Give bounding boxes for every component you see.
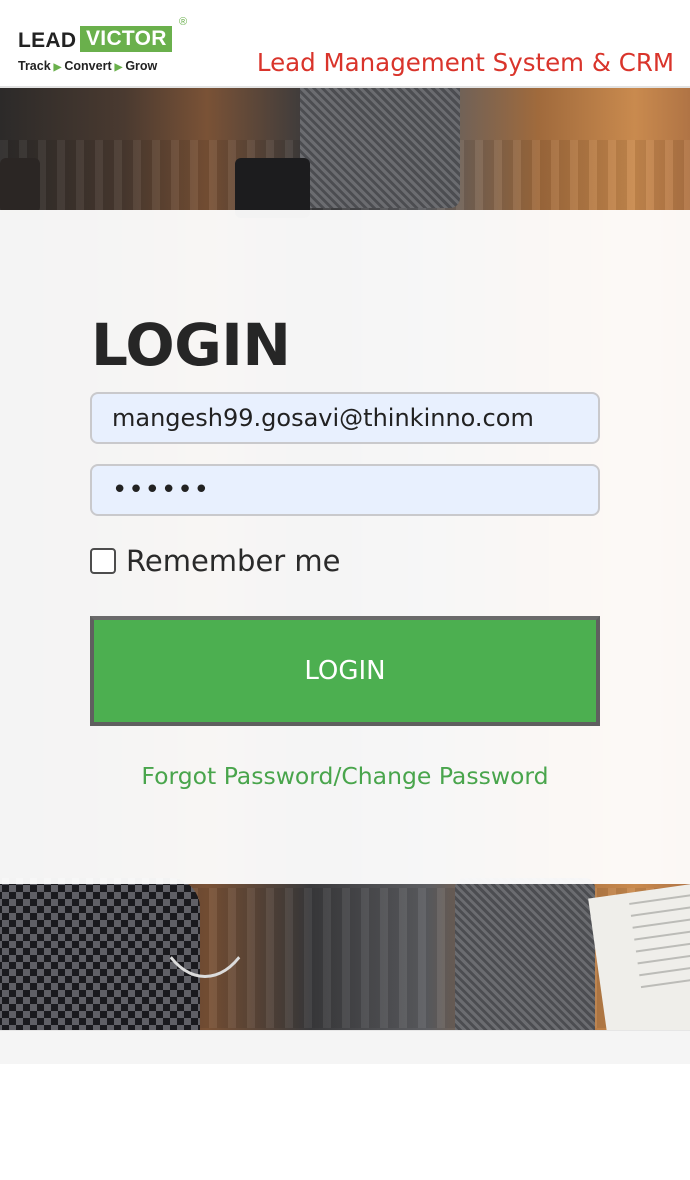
remember-me-row[interactable]: Remember me [90,544,341,578]
logo-word-victor: VICTOR [80,26,172,52]
hand-shape [0,158,40,213]
paper-notes-shape [588,879,690,1030]
logo-tagline: Track ▶ Convert ▶ Grow [18,59,157,73]
remember-me-checkbox[interactable] [90,548,116,574]
tagline-track: Track [18,59,51,73]
play-arrow-icon: ▶ [53,62,62,73]
tagline-grow: Grow [125,59,158,73]
play-arrow-icon: ▶ [114,62,123,73]
sleeve-shape-bottom [455,878,595,1030]
lead-victor-logo[interactable]: LEAD VICTOR ® Track ▶ Convert ▶ Grow [17,16,197,78]
app-title: Lead Management System & CRM [256,48,674,77]
logo-word-lead: LEAD [18,29,77,52]
login-card: LOGIN Remember me LOGIN Forgot Password/… [0,210,690,884]
sleeve-shape [300,88,460,208]
login-button[interactable]: LOGIN [90,616,600,726]
phone-shape [235,158,310,218]
footer-strip [0,1030,690,1064]
tagline-convert: Convert [64,59,112,73]
login-heading: LOGIN [91,311,291,379]
password-field[interactable] [90,464,600,516]
registered-mark: ® [179,16,188,28]
forgot-password-link[interactable]: Forgot Password/Change Password [0,762,690,790]
email-field[interactable] [90,392,600,444]
remember-me-label[interactable]: Remember me [126,544,341,578]
header: LEAD VICTOR ® Track ▶ Convert ▶ Grow Lead Ma… [0,0,690,88]
